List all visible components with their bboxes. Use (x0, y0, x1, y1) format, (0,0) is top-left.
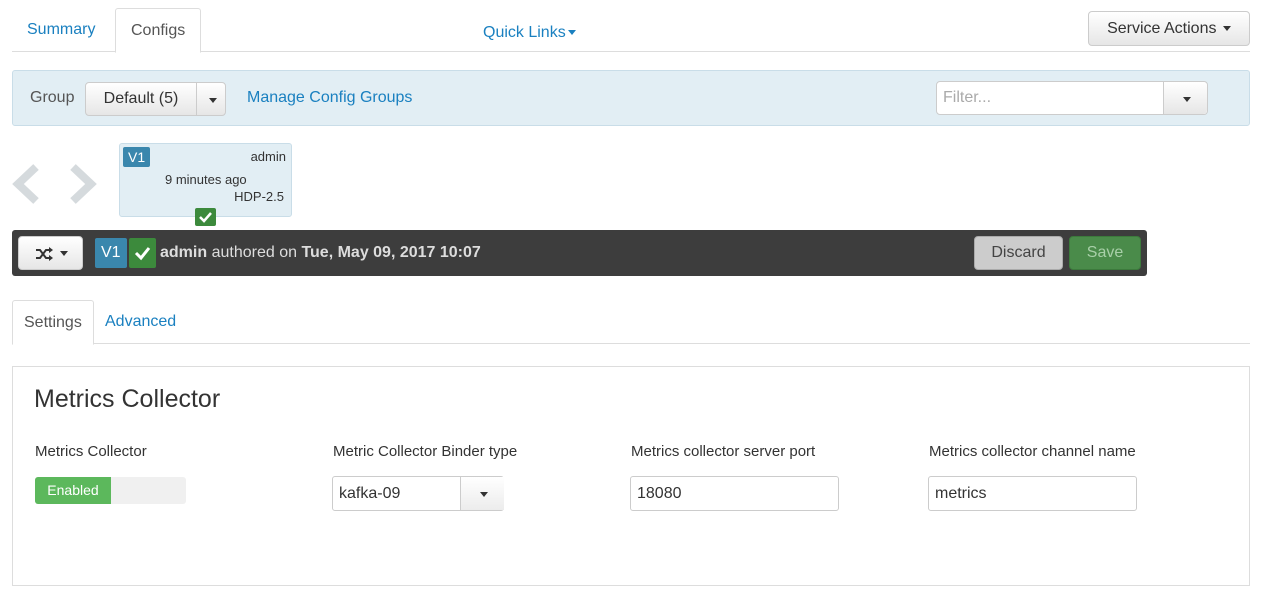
service-actions-button[interactable]: Service Actions (1088, 11, 1250, 46)
filter-input[interactable] (937, 82, 1164, 114)
filter-box (936, 81, 1208, 115)
group-label: Group (30, 89, 75, 106)
tab-summary[interactable]: Summary (12, 8, 110, 52)
caret-down-icon (479, 491, 488, 497)
tab-settings[interactable]: Settings (12, 300, 94, 345)
service-tabs: Summary Configs (12, 8, 1250, 53)
current-version-check-icon (129, 238, 156, 268)
authored-date: Tue, May 09, 2017 10:07 (301, 244, 481, 261)
group-select-toggle[interactable] (197, 83, 226, 115)
manage-config-groups-link[interactable]: Manage Config Groups (247, 89, 412, 107)
quick-links-dropdown[interactable]: Quick Links (483, 24, 576, 42)
filter-dropdown-toggle[interactable] (1164, 82, 1207, 114)
current-version-badge: V1 (95, 238, 127, 268)
version-card[interactable]: V1 admin 9 minutes ago HDP-2.5 (119, 143, 292, 226)
caret-down-icon (1182, 96, 1191, 102)
compare-versions-button[interactable] (18, 236, 83, 270)
metrics-collector-toggle[interactable]: Enabled (35, 477, 186, 504)
server-port-label: Metrics collector server port (631, 443, 816, 460)
binder-type-select[interactable]: kafka-09 (332, 476, 504, 511)
config-group-bar: Group Default (5) Manage Config Groups (12, 70, 1250, 126)
caret-down-icon (567, 30, 576, 36)
version-stack: HDP-2.5 (234, 189, 284, 204)
discard-button[interactable]: Discard (974, 236, 1063, 270)
version-time-ago: 9 minutes ago (165, 172, 247, 187)
next-versions-arrow[interactable] (67, 163, 97, 205)
authored-text: authored on (211, 244, 297, 261)
panel-title: Metrics Collector (34, 385, 221, 413)
binder-type-toggle[interactable] (460, 477, 504, 510)
caret-down-icon (1222, 26, 1231, 32)
tab-advanced[interactable]: Advanced (94, 300, 187, 344)
metrics-collector-label: Metrics Collector (35, 443, 147, 460)
chevron-left-icon (12, 164, 39, 204)
previous-versions-arrow[interactable] (12, 163, 42, 205)
caret-down-icon (208, 97, 217, 103)
quick-links-label: Quick Links (483, 24, 566, 41)
tab-configs[interactable]: Configs (115, 8, 202, 53)
binder-type-value: kafka-09 (339, 485, 401, 502)
config-tabs: Settings Advanced (12, 300, 1250, 345)
shuffle-icon (36, 247, 53, 261)
group-select-value[interactable]: Default (5) (86, 83, 197, 115)
version-badge: V1 (123, 147, 151, 167)
binder-type-label: Metric Collector Binder type (333, 443, 518, 460)
version-author: admin (250, 149, 286, 164)
service-actions-label: Service Actions (1107, 20, 1217, 37)
authored-user: admin (160, 244, 208, 261)
current-version-check-icon (195, 208, 216, 226)
toggle-enabled-label: Enabled (35, 477, 111, 504)
chevron-right-icon (70, 164, 97, 204)
authored-info: admin authored on Tue, May 09, 2017 10:0… (160, 244, 481, 262)
server-port-input[interactable] (630, 476, 839, 511)
group-select[interactable]: Default (5) (85, 82, 226, 116)
save-button[interactable]: Save (1069, 236, 1141, 270)
channel-name-input[interactable] (928, 476, 1137, 511)
metrics-collector-panel: Metrics Collector Metrics Collector Enab… (12, 366, 1250, 586)
caret-down-icon (60, 251, 68, 256)
channel-name-label: Metrics collector channel name (929, 443, 1136, 460)
version-info-bar: V1 admin authored on Tue, May 09, 2017 1… (12, 230, 1147, 276)
